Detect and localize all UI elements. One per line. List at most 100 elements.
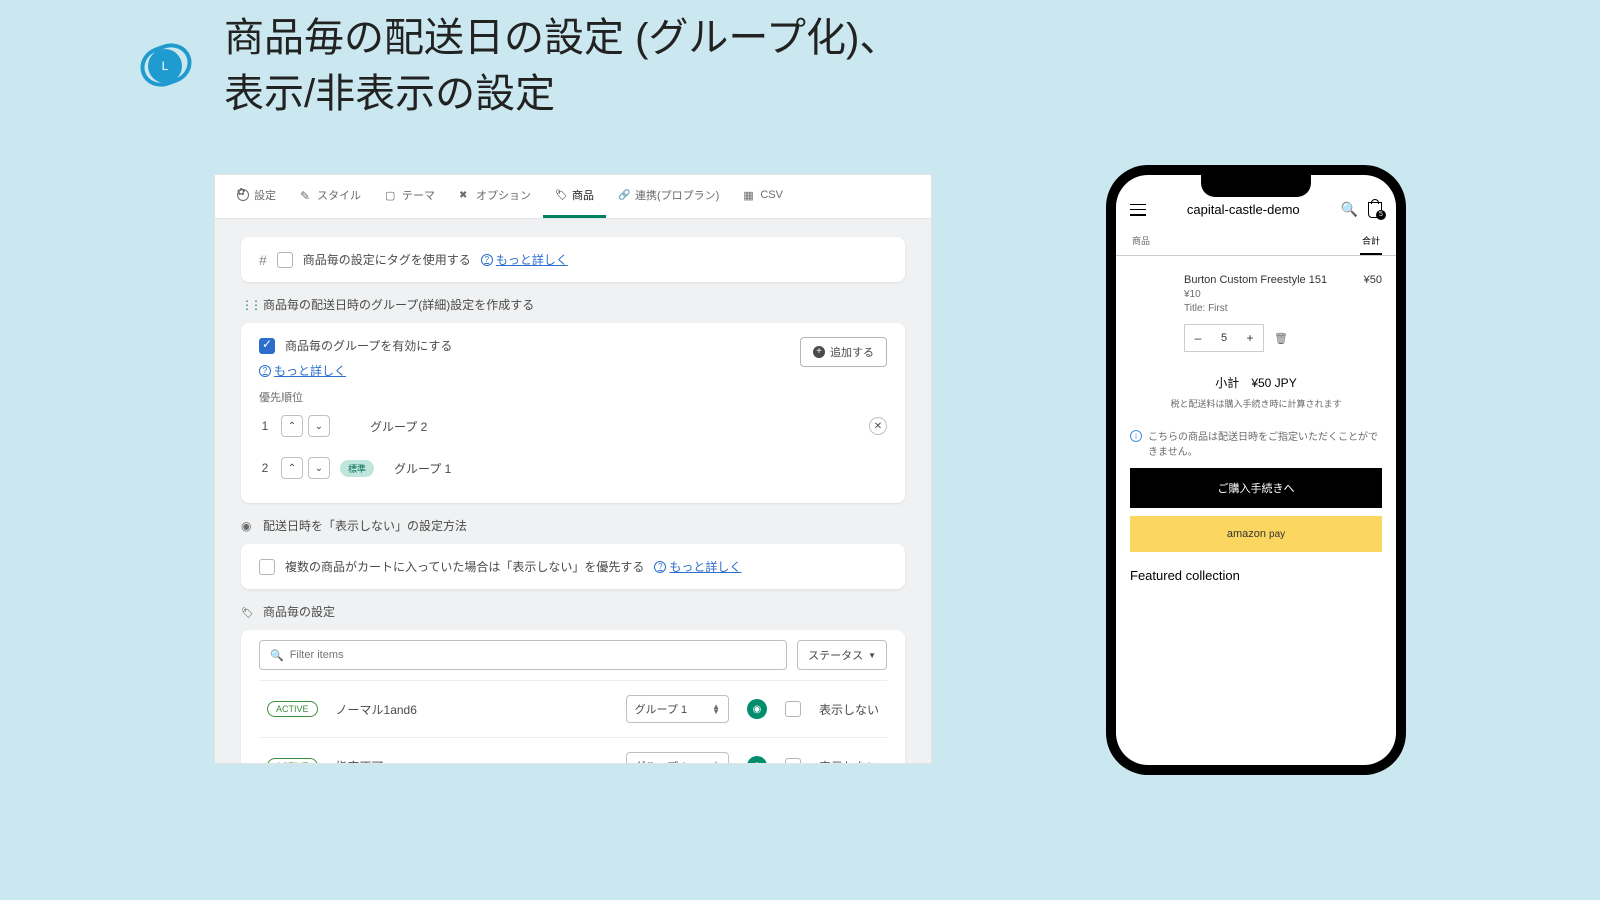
tag-icon bbox=[241, 605, 255, 619]
eye-icon bbox=[241, 519, 255, 533]
info-icon: i bbox=[1130, 430, 1142, 442]
hide-card: 複数の商品がカートに入っていた場合は「表示しない」を優先する ?もっと詳しく bbox=[241, 544, 905, 589]
phone-frame: capital-castle-demo 🔍 5 商品 合計 Burton Cus… bbox=[1106, 165, 1406, 775]
delivery-notice: i こちらの商品は配送日時をご指定いただくことができません。 bbox=[1116, 424, 1396, 468]
group-index: 1 bbox=[259, 419, 271, 433]
amazon-pay-button[interactable]: amazon pay bbox=[1130, 516, 1382, 552]
move-up-button[interactable]: ⌃ bbox=[281, 457, 303, 479]
subtotal-block: 小計 ¥50 JPY 税と配送料は購入手続き時に計算されます bbox=[1116, 360, 1396, 424]
product-name: ノーマル1and6 bbox=[336, 701, 608, 718]
group-select[interactable]: グループ 1▲▼ bbox=[626, 752, 729, 764]
cart-icon[interactable]: 5 bbox=[1368, 202, 1382, 218]
link-icon bbox=[618, 189, 630, 201]
admin-tabs: 設定 スタイル テーマ オプション 商品 連携(プロプラン) CSV bbox=[215, 175, 931, 219]
cart-tabs: 商品 合計 bbox=[1116, 228, 1396, 256]
product-section-heading: 商品毎の設定 bbox=[241, 603, 905, 620]
group-name: グループ 1 bbox=[394, 460, 451, 477]
subtotal-value: ¥50 JPY bbox=[1251, 376, 1296, 390]
site-title: capital-castle-demo bbox=[1187, 202, 1300, 217]
item-line-price: ¥50 bbox=[1364, 274, 1382, 286]
use-tag-more-link[interactable]: ?もっと詳しく bbox=[481, 251, 568, 268]
gear-icon bbox=[237, 189, 249, 201]
prefer-hide-label: 複数の商品がカートに入っていた場合は「表示しない」を優先する bbox=[285, 558, 644, 575]
tab-theme[interactable]: テーマ bbox=[373, 175, 447, 218]
brush-icon bbox=[300, 189, 312, 201]
checkout-button[interactable]: ご購入手続きへ bbox=[1130, 468, 1382, 508]
group-row: 2 ⌃ ⌄ 標準 グループ 1 bbox=[259, 447, 887, 489]
wrench-icon bbox=[459, 189, 471, 201]
phone-notch bbox=[1201, 175, 1311, 197]
group-section-heading: 商品毎の配送日時のグループ(詳細)設定を作成する bbox=[241, 296, 905, 313]
featured-collection-heading: Featured collection bbox=[1116, 552, 1396, 583]
item-variant: Title: First bbox=[1184, 303, 1382, 314]
add-group-button[interactable]: +追加する bbox=[800, 337, 887, 367]
theme-icon bbox=[385, 189, 397, 201]
hide-label: 表示しない bbox=[819, 701, 879, 718]
prefer-hide-checkbox[interactable] bbox=[259, 559, 275, 575]
group-icon bbox=[241, 298, 255, 312]
qty-minus-button[interactable]: – bbox=[1185, 325, 1211, 351]
planet-logo-icon: L bbox=[140, 39, 194, 93]
search-icon[interactable]: 🔍 bbox=[1341, 201, 1358, 218]
move-down-button[interactable]: ⌄ bbox=[308, 457, 330, 479]
plus-icon: + bbox=[813, 346, 825, 358]
tab-product-mobile[interactable]: 商品 bbox=[1130, 228, 1152, 255]
group-more-link[interactable]: ?もっと詳しく bbox=[259, 362, 452, 379]
enable-group-checkbox[interactable] bbox=[259, 338, 275, 354]
remove-item-button[interactable]: 🗑 bbox=[1274, 332, 1288, 345]
qty-value: 5 bbox=[1211, 332, 1237, 344]
standard-badge: 標準 bbox=[340, 460, 374, 477]
group-card: 商品毎のグループを有効にする ?もっと詳しく +追加する 優先順位 1 ⌃ ⌄ … bbox=[241, 323, 905, 503]
hide-section-heading: 配送日時を「表示しない」の設定方法 bbox=[241, 517, 905, 534]
menu-icon[interactable] bbox=[1130, 204, 1146, 216]
delete-group-button[interactable]: ✕ bbox=[869, 417, 887, 435]
use-tag-card: # 商品毎の設定にタグを使用する ?もっと詳しく bbox=[241, 237, 905, 282]
move-up-button[interactable]: ⌃ bbox=[281, 415, 303, 437]
product-card: 🔍 ステータス▼ ACTIVE ノーマル1and6 グループ 1▲▼ ◉ 表示し… bbox=[241, 630, 905, 764]
item-title: Burton Custom Freestyle 151 bbox=[1184, 274, 1382, 286]
page-header: L 商品毎の配送日の設定 (グループ化)、 表示/非表示の設定 bbox=[140, 10, 1550, 122]
group-select[interactable]: グループ 1▲▼ bbox=[626, 695, 729, 723]
filter-input-wrap: 🔍 bbox=[259, 640, 787, 670]
search-icon: 🔍 bbox=[270, 649, 284, 662]
use-tag-label: 商品毎の設定にタグを使用する bbox=[303, 251, 471, 268]
tab-option[interactable]: オプション bbox=[447, 175, 543, 218]
phone-screen: capital-castle-demo 🔍 5 商品 合計 Burton Cus… bbox=[1116, 175, 1396, 765]
enable-group-label: 商品毎のグループを有効にする bbox=[285, 337, 452, 354]
tab-csv[interactable]: CSV bbox=[731, 177, 795, 216]
hide-more-link[interactable]: ?もっと詳しく bbox=[654, 558, 741, 575]
admin-panel: 設定 スタイル テーマ オプション 商品 連携(プロプラン) CSV # 商品毎… bbox=[214, 174, 932, 764]
visibility-toggle[interactable]: ◉ bbox=[747, 699, 767, 719]
subtotal-label: 小計 bbox=[1215, 376, 1239, 390]
status-badge: ACTIVE bbox=[267, 758, 318, 764]
page-title: 商品毎の配送日の設定 (グループ化)、 表示/非表示の設定 bbox=[224, 10, 899, 122]
visibility-toggle[interactable]: ◉ bbox=[747, 756, 767, 764]
tab-settings[interactable]: 設定 bbox=[225, 175, 288, 218]
grid-icon bbox=[743, 189, 755, 201]
priority-label: 優先順位 bbox=[259, 389, 887, 405]
tab-product[interactable]: 商品 bbox=[543, 175, 606, 218]
qty-plus-button[interactable]: + bbox=[1237, 325, 1263, 351]
hide-label: 表示しない bbox=[819, 758, 879, 765]
cart-item: Burton Custom Freestyle 151 ¥50 ¥10 Titl… bbox=[1116, 256, 1396, 360]
quantity-stepper: – 5 + bbox=[1184, 324, 1264, 352]
hide-checkbox[interactable] bbox=[785, 758, 801, 764]
item-unit-price: ¥10 bbox=[1184, 289, 1382, 300]
status-badge: ACTIVE bbox=[267, 701, 318, 717]
tab-style[interactable]: スタイル bbox=[288, 175, 373, 218]
tax-note: 税と配送料は購入手続き時に計算されます bbox=[1130, 397, 1382, 410]
group-row: 1 ⌃ ⌄ グループ 2 ✕ bbox=[259, 405, 887, 447]
tag-icon bbox=[555, 189, 567, 201]
hash-icon: # bbox=[259, 252, 267, 268]
tab-integration[interactable]: 連携(プロプラン) bbox=[606, 175, 731, 218]
tab-total-mobile[interactable]: 合計 bbox=[1360, 228, 1382, 255]
status-dropdown[interactable]: ステータス▼ bbox=[797, 640, 887, 670]
group-index: 2 bbox=[259, 461, 271, 475]
product-row: ACTIVE ノーマル1and6 グループ 1▲▼ ◉ 表示しない bbox=[259, 680, 887, 737]
product-name: 指定不可 bbox=[336, 758, 608, 765]
product-row: ACTIVE 指定不可 グループ 1▲▼ ◉ 表示しない bbox=[259, 737, 887, 764]
hide-checkbox[interactable] bbox=[785, 701, 801, 717]
use-tag-checkbox[interactable] bbox=[277, 252, 293, 268]
move-down-button[interactable]: ⌄ bbox=[308, 415, 330, 437]
filter-input[interactable] bbox=[290, 649, 776, 661]
